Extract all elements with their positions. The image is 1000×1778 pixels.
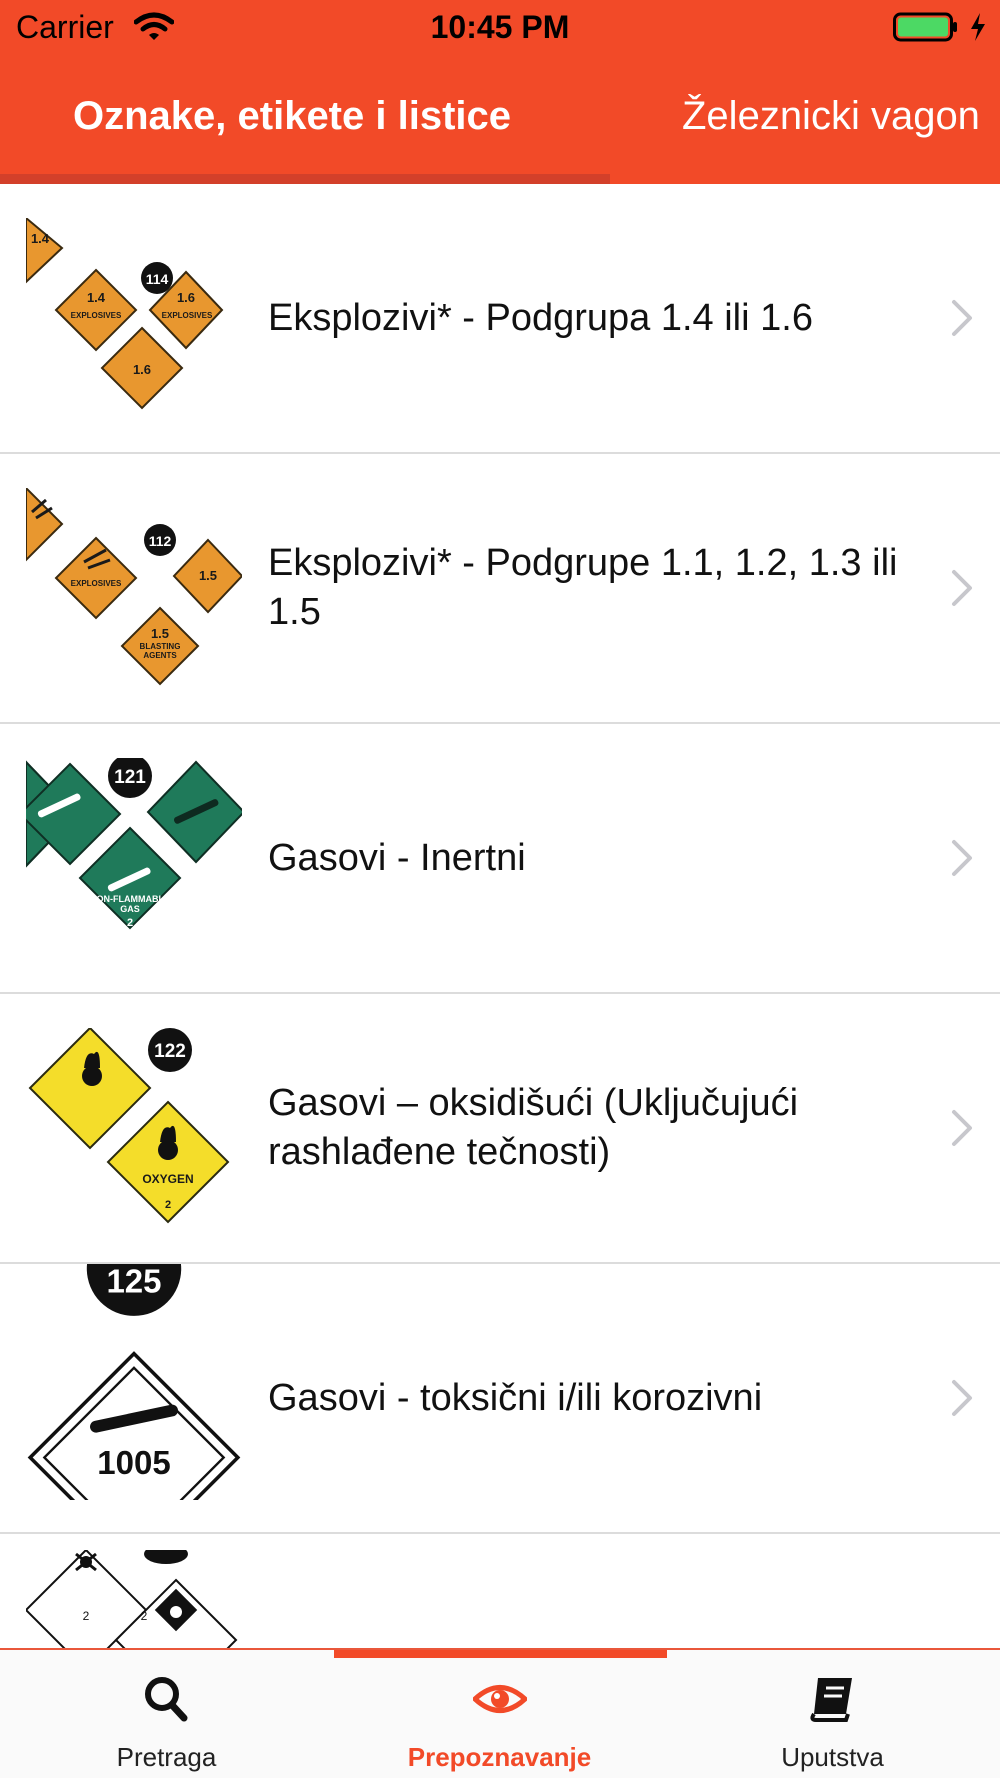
guide-number-badge: 114	[146, 271, 169, 287]
list-item-label	[268, 1534, 938, 1648]
list-item-label: Eksplozivi* - Podgrupe 1.1, 1.2, 1.3 ili…	[268, 542, 898, 633]
tab-uputstva[interactable]: Uputstva	[666, 1650, 999, 1778]
guide-number-badge: 121	[114, 767, 146, 788]
list-item-label: Gasovi – oksidišući (Uključujući rashlađ…	[268, 1082, 799, 1173]
placard-text: GAS	[120, 904, 140, 914]
bottom-tab-bar: Pretraga Prepoznavanje Uputstva	[0, 1648, 1000, 1778]
explosives-placard-image: 112 EXPLOSIVES 1.5 1.5 BLASTING AGENTS	[26, 488, 242, 686]
list-item[interactable]: 125 1005 2 Gasovi - toksični i/ili koroz…	[0, 1264, 1000, 1534]
placard-text: 1.6	[177, 290, 195, 305]
chevron-right-icon	[952, 300, 972, 336]
book-icon	[809, 1678, 852, 1722]
app-header: Carrier 10:45 PM Oznake, etikete i listi…	[0, 0, 1000, 184]
oxidizer-gas-placard-image: 122 OXYGEN 2	[28, 1028, 230, 1224]
nonflammable-gas-placard-image: 121 NON-FLAMMABLE GAS 2	[26, 758, 242, 930]
tab-label: Pretraga	[116, 1742, 217, 1772]
placard-text: EXPLOSIVES	[162, 311, 213, 320]
list-item[interactable]: 112 EXPLOSIVES 1.5 1.5 BLASTING AGENTS E…	[0, 454, 1000, 724]
poison-gas-placard-image: 2 2	[26, 1550, 238, 1648]
battery-icon	[893, 12, 957, 42]
status-bar: Carrier 10:45 PM	[0, 0, 1000, 56]
tab-prepoznavanje[interactable]: Prepoznavanje	[333, 1650, 666, 1778]
guide-number-badge: 122	[154, 1041, 186, 1062]
top-tab-bar: Oznake, etikete i listice Železnicki vag…	[0, 70, 1000, 184]
placard-text: BLASTING	[140, 642, 181, 651]
placard-text: 2	[83, 1609, 90, 1623]
toxic-gas-placard-image: 125 1005 2	[27, 1264, 241, 1500]
chevron-right-icon	[952, 570, 972, 606]
tab-label: Prepoznavanje	[407, 1742, 592, 1772]
placard-text: 1.4	[87, 290, 106, 305]
placard-text: 1.5	[151, 626, 169, 641]
eye-icon	[472, 1685, 527, 1713]
placard-text: AGENTS	[143, 651, 177, 660]
placard-text: 1.4	[31, 231, 50, 246]
search-icon	[144, 1677, 187, 1722]
tab-label: Uputstva	[781, 1742, 884, 1772]
tab-pretraga[interactable]: Pretraga	[0, 1650, 333, 1778]
list-item[interactable]: 2 2	[0, 1534, 1000, 1648]
list-item-label: Gasovi - Inertni	[268, 836, 526, 879]
list-item-label: Gasovi - toksični i/ili korozivni	[268, 1376, 763, 1419]
placard-text: 1005	[97, 1444, 170, 1481]
list-item[interactable]: 121 NON-FLAMMABLE GAS 2 Gasovi - Inertni	[0, 724, 1000, 994]
placard-text: 2	[165, 1199, 171, 1211]
placard-text: 1.6	[133, 362, 151, 377]
chevron-right-icon	[952, 1380, 972, 1416]
placard-list[interactable]: 114 1.4 1.4 EXPLOSIVES 1.6 EXPLOSIVES 1.…	[0, 184, 1000, 1648]
list-item[interactable]: 122 OXYGEN 2 Gasovi – oksidišući (Uključ…	[0, 994, 1000, 1264]
placard-text: 1.5	[199, 568, 217, 583]
placard-text: 2	[127, 917, 133, 929]
tab-zeleznicki-vagon[interactable]: Železnicki vagon	[682, 94, 980, 139]
chevron-right-icon	[952, 840, 972, 876]
placard-text: EXPLOSIVES	[71, 579, 122, 588]
active-tab-indicator	[0, 174, 610, 184]
status-time: 10:45 PM	[430, 9, 570, 45]
guide-number-badge: 112	[149, 533, 172, 549]
placard-text: 2	[141, 1609, 148, 1623]
list-item[interactable]: 114 1.4 1.4 EXPLOSIVES 1.6 EXPLOSIVES 1.…	[0, 184, 1000, 454]
placard-text: NON-FLAMMABLE	[90, 894, 170, 904]
charging-bolt-icon	[971, 13, 985, 41]
guide-number-badge: 125	[106, 1264, 161, 1299]
tab-oznake[interactable]: Oznake, etikete i listice	[73, 94, 511, 139]
explosives-placard-image: 114 1.4 1.4 EXPLOSIVES 1.6 EXPLOSIVES 1.…	[26, 218, 224, 410]
chevron-right-icon	[952, 1110, 972, 1146]
placard-text: EXPLOSIVES	[71, 311, 122, 320]
placard-text: OXYGEN	[142, 1172, 193, 1186]
list-item-label: Eksplozivi* - Podgrupa 1.4 ili 1.6	[268, 296, 813, 339]
